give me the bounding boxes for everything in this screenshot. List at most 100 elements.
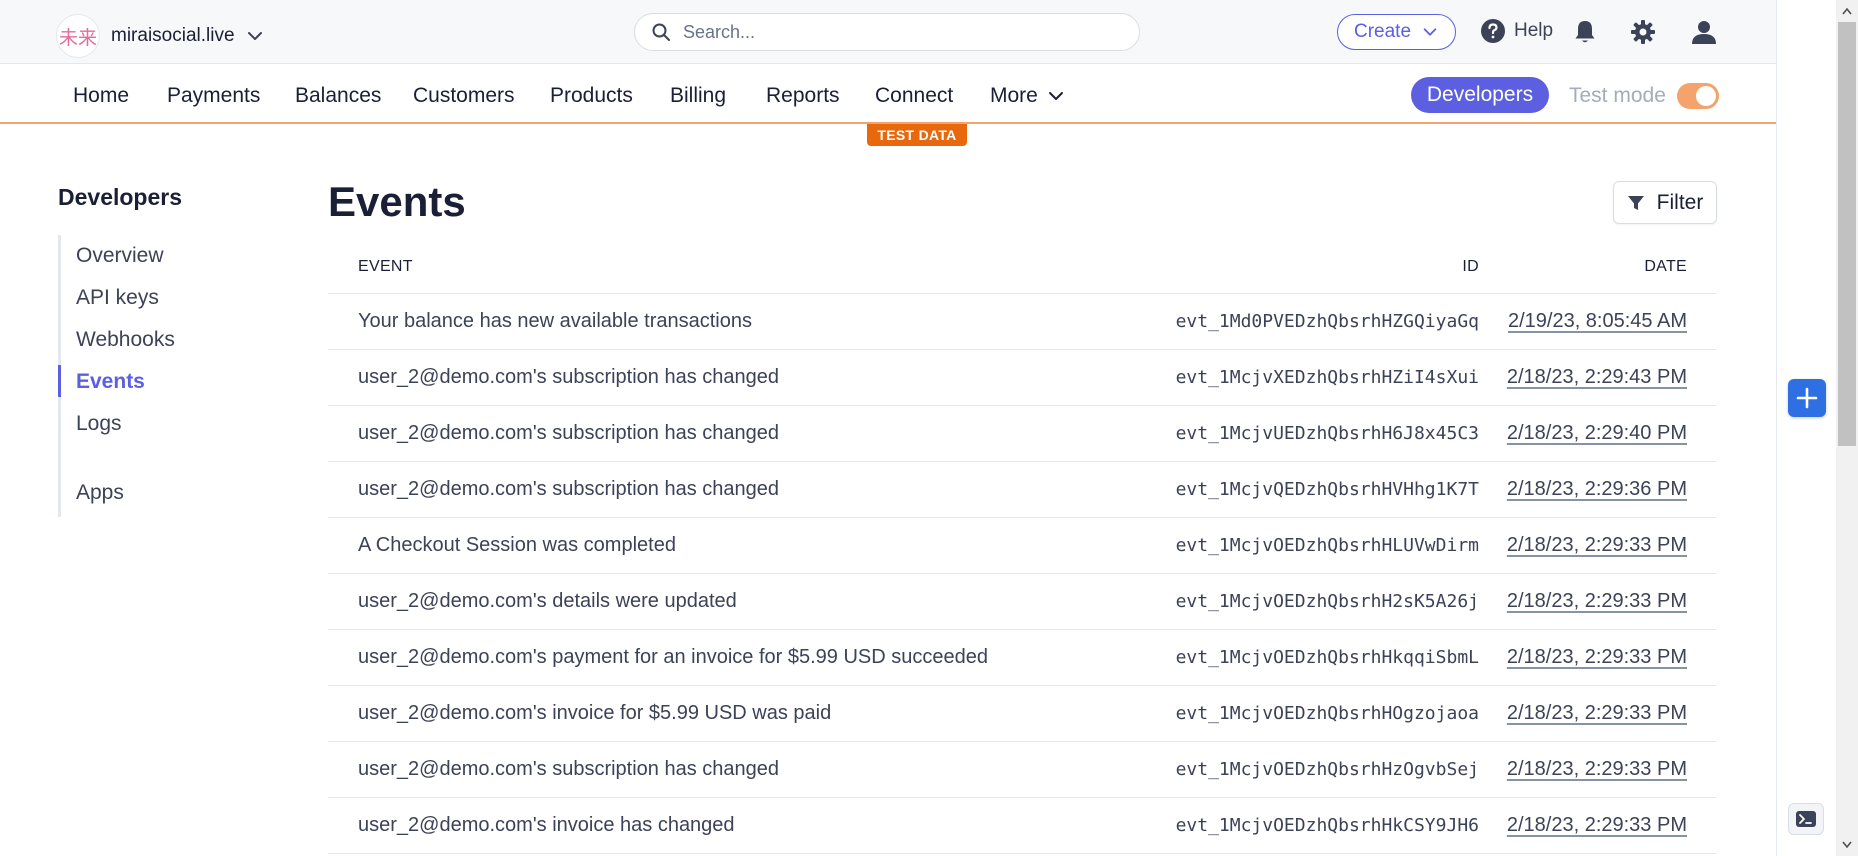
test-data-badge: TEST DATA bbox=[867, 124, 967, 146]
main-nav: Home Payments Balances Customers Product… bbox=[0, 64, 1776, 124]
event-date-link[interactable]: 2/18/23, 2:29:33 PM bbox=[1507, 534, 1687, 557]
help-button[interactable]: Help bbox=[1480, 18, 1553, 44]
event-date-link[interactable]: 2/18/23, 2:29:36 PM bbox=[1507, 478, 1687, 501]
nav-more-label: More bbox=[990, 84, 1038, 107]
developers-button[interactable]: Developers bbox=[1411, 77, 1549, 113]
scroll-up-arrow[interactable] bbox=[1841, 5, 1853, 17]
event-description: user_2@demo.com's invoice has changed bbox=[358, 814, 735, 836]
sidebar-title: Developers bbox=[58, 184, 183, 210]
filter-icon bbox=[1627, 195, 1644, 210]
help-icon bbox=[1481, 19, 1505, 43]
sidebar-item-api-keys[interactable]: API keys bbox=[76, 286, 159, 310]
event-id: evt_1McjvOEDzhQbsrhHzOgvbSej bbox=[1175, 759, 1479, 780]
event-date-link[interactable]: 2/18/23, 2:29:33 PM bbox=[1507, 758, 1687, 781]
search-bar[interactable] bbox=[634, 13, 1140, 51]
nav-item-payments[interactable]: Payments bbox=[167, 84, 260, 108]
event-id: evt_1McjvOEDzhQbsrhHOgzojaoa bbox=[1175, 703, 1479, 724]
bell-icon bbox=[1575, 21, 1595, 43]
terminal-icon bbox=[1796, 811, 1816, 827]
table-row[interactable]: user_2@demo.com's payment for an invoice… bbox=[328, 630, 1716, 686]
event-date-link[interactable]: 2/18/23, 2:29:33 PM bbox=[1507, 702, 1687, 725]
table-body: Your balance has new available transacti… bbox=[328, 294, 1716, 854]
account-logo: 未来 bbox=[56, 14, 100, 58]
event-date-link[interactable]: 2/18/23, 2:29:43 PM bbox=[1507, 366, 1687, 389]
scrollbar[interactable] bbox=[1836, 0, 1858, 856]
events-table: EVENT ID DATE Your balance has new avail… bbox=[328, 238, 1716, 854]
event-description: user_2@demo.com's subscription has chang… bbox=[358, 758, 780, 780]
user-icon bbox=[1692, 21, 1716, 44]
terminal-button[interactable] bbox=[1788, 803, 1824, 835]
page-title: Events bbox=[328, 178, 466, 225]
chevron-down-icon bbox=[247, 32, 262, 40]
plus-icon bbox=[1796, 387, 1818, 409]
filter-button-label: Filter bbox=[1656, 190, 1704, 214]
table-row[interactable]: user_2@demo.com's invoice for $5.99 USD … bbox=[328, 686, 1716, 742]
nav-item-home[interactable]: Home bbox=[73, 84, 129, 108]
event-description: user_2@demo.com's subscription has chang… bbox=[358, 422, 780, 444]
event-id: evt_1McjvOEDzhQbsrhHLUVwDirm bbox=[1175, 535, 1479, 556]
sidebar-item-events[interactable]: Events bbox=[76, 370, 145, 394]
event-description: user_2@demo.com's subscription has chang… bbox=[358, 366, 780, 388]
table-row[interactable]: user_2@demo.com's invoice has changed evt… bbox=[328, 798, 1716, 854]
column-header-id: ID bbox=[1462, 258, 1479, 275]
chevron-up-icon bbox=[1842, 7, 1852, 15]
event-date-link[interactable]: 2/19/23, 8:05:45 AM bbox=[1508, 310, 1687, 333]
chevron-down-icon bbox=[1048, 92, 1063, 100]
event-date-link[interactable]: 2/18/23, 2:29:33 PM bbox=[1507, 590, 1687, 613]
event-id: evt_1McjvXEDzhQbsrhHZiI4sXui bbox=[1175, 367, 1479, 388]
notifications-button[interactable] bbox=[1571, 18, 1599, 46]
settings-button[interactable] bbox=[1629, 18, 1657, 46]
table-row[interactable]: user_2@demo.com's subscription has chang… bbox=[328, 742, 1716, 798]
table-row[interactable]: Your balance has new available transacti… bbox=[328, 294, 1716, 350]
chevron-down-icon bbox=[1423, 28, 1437, 36]
sidebar-item-apps[interactable]: Apps bbox=[76, 481, 124, 505]
table-row[interactable]: user_2@demo.com's subscription has chang… bbox=[328, 406, 1716, 462]
scrollbar-thumb[interactable] bbox=[1838, 22, 1856, 446]
add-button[interactable] bbox=[1788, 379, 1826, 417]
event-id: evt_1Md0PVEDzhQbsrhHZGQiyaGq bbox=[1175, 311, 1479, 332]
search-input[interactable] bbox=[683, 21, 1103, 43]
nav-item-customers[interactable]: Customers bbox=[413, 84, 515, 108]
event-id: evt_1McjvQEDzhQbsrhHVHhg1K7T bbox=[1175, 479, 1479, 500]
create-button[interactable]: Create bbox=[1337, 14, 1456, 50]
sidebar-item-overview[interactable]: Overview bbox=[76, 244, 164, 268]
event-description: user_2@demo.com's subscription has chang… bbox=[358, 478, 780, 500]
table-row[interactable]: user_2@demo.com's subscription has chang… bbox=[328, 462, 1716, 518]
sidebar-item-webhooks[interactable]: Webhooks bbox=[76, 328, 175, 352]
search-icon bbox=[652, 23, 670, 41]
table-row[interactable]: user_2@demo.com's details were updated ev… bbox=[328, 574, 1716, 630]
account-switcher[interactable]: 未来 miraisocial.live bbox=[56, 14, 265, 58]
nav-item-products[interactable]: Products bbox=[550, 84, 633, 108]
event-id: evt_1McjvOEDzhQbsrhHkCSY9JH6 bbox=[1175, 815, 1479, 836]
nav-item-connect[interactable]: Connect bbox=[875, 84, 953, 108]
table-header: EVENT ID DATE bbox=[328, 238, 1716, 294]
event-date-link[interactable]: 2/18/23, 2:29:33 PM bbox=[1507, 814, 1687, 837]
toggle-knob bbox=[1696, 86, 1716, 106]
event-date-link[interactable]: 2/18/23, 2:29:33 PM bbox=[1507, 646, 1687, 669]
account-button[interactable] bbox=[1690, 18, 1718, 46]
test-mode-toggle[interactable] bbox=[1677, 83, 1719, 109]
scroll-down-arrow[interactable] bbox=[1841, 839, 1853, 851]
gear-icon bbox=[1631, 20, 1655, 44]
event-date-link[interactable]: 2/18/23, 2:29:40 PM bbox=[1507, 422, 1687, 445]
event-description: user_2@demo.com's invoice for $5.99 USD … bbox=[358, 702, 832, 724]
event-id: evt_1McjvOEDzhQbsrhHkqqiSbmL bbox=[1175, 647, 1479, 668]
nav-item-billing[interactable]: Billing bbox=[670, 84, 726, 108]
nav-item-balances[interactable]: Balances bbox=[295, 84, 381, 108]
chevron-down-icon bbox=[1842, 841, 1852, 849]
table-row[interactable]: A Checkout Session was completed evt_1Mcj… bbox=[328, 518, 1716, 574]
side-panel bbox=[1776, 0, 1858, 856]
nav-item-more[interactable]: More bbox=[990, 84, 1066, 108]
nav-item-reports[interactable]: Reports bbox=[766, 84, 840, 108]
table-row[interactable]: user_2@demo.com's subscription has chang… bbox=[328, 350, 1716, 406]
column-header-event: EVENT bbox=[358, 258, 413, 275]
event-description: A Checkout Session was completed bbox=[358, 534, 676, 556]
test-mode-label: Test mode bbox=[1569, 84, 1666, 107]
sidebar-item-logs[interactable]: Logs bbox=[76, 412, 122, 436]
filter-button[interactable]: Filter bbox=[1613, 181, 1717, 224]
event-id: evt_1McjvOEDzhQbsrhH2sK5A26j bbox=[1175, 591, 1479, 612]
column-header-date: DATE bbox=[1644, 258, 1687, 275]
event-description: user_2@demo.com's payment for an invoice… bbox=[358, 646, 988, 668]
sidebar-active-indicator bbox=[58, 365, 61, 397]
help-label: Help bbox=[1514, 20, 1554, 41]
